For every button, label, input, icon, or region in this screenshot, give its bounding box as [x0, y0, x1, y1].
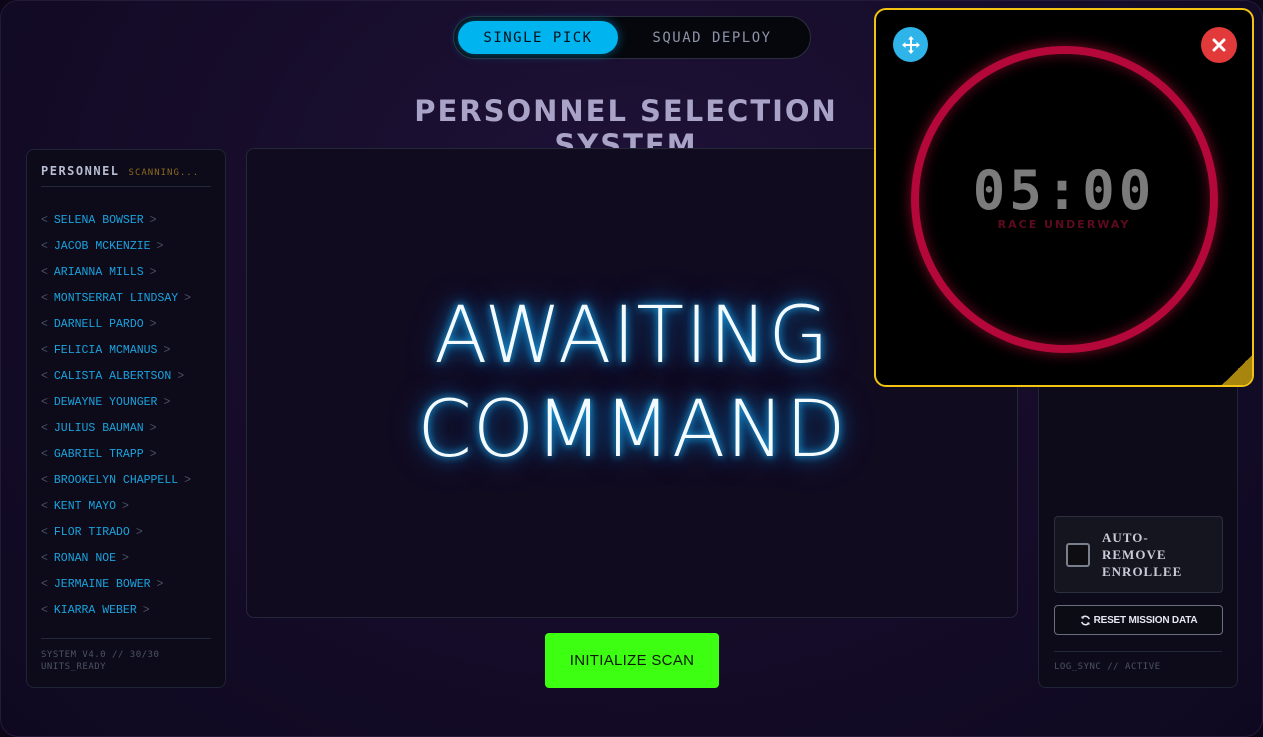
- awaiting-line-1: AWAITING: [434, 291, 830, 381]
- personnel-panel: PERSONNEL SCANNING... < SELENA BOWSER > < JA…: [26, 149, 226, 688]
- log-sync-footer: LOG_SYNC // ACTIVE: [1054, 651, 1222, 672]
- personnel-item[interactable]: < BROOKELYN CHAPPELL >: [41, 467, 211, 493]
- bracket-left: <: [41, 291, 48, 305]
- personnel-item[interactable]: < ARIANNA MILLS >: [41, 259, 211, 285]
- app-frame: SINGLE PICK SQUAD DEPLOY PERSONNEL SELEC…: [0, 0, 1263, 737]
- scanning-status: SCANNING...: [128, 168, 200, 178]
- close-timer-button[interactable]: [1201, 27, 1237, 63]
- bracket-right: >: [122, 499, 129, 513]
- auto-remove-label: AUTO-REMOVE ENROLLEE: [1102, 530, 1183, 579]
- bracket-right: >: [177, 369, 185, 383]
- personnel-item[interactable]: < KIARRA WEBER >: [41, 597, 211, 623]
- personnel-item[interactable]: < GABRIEL TRAPP >: [41, 441, 211, 467]
- personnel-name: CALISTA ALBERTSON: [53, 369, 172, 383]
- personnel-item[interactable]: < DARNELL PARDO >: [41, 311, 211, 337]
- resize-handle[interactable]: [1222, 355, 1252, 385]
- personnel-item[interactable]: < SELENA BOWSER >: [41, 207, 211, 233]
- bracket-right: >: [149, 213, 157, 227]
- reset-mission-button[interactable]: RESET MISSION DATA: [1054, 605, 1223, 635]
- timer-display: 05:00: [972, 159, 1156, 222]
- personnel-name: JACOB MCKENZIE: [53, 239, 151, 253]
- bracket-left: <: [41, 447, 48, 461]
- personnel-name: KIARRA WEBER: [53, 603, 137, 617]
- bracket-left: <: [41, 421, 48, 435]
- bracket-right: >: [149, 265, 157, 279]
- personnel-name: KENT MAYO: [53, 499, 117, 513]
- move-arrows-icon: [901, 35, 920, 54]
- bracket-right: >: [149, 421, 157, 435]
- personnel-name: JERMAINE BOWER: [53, 577, 151, 591]
- bracket-right: >: [163, 395, 171, 409]
- auto-remove-option[interactable]: AUTO-REMOVE ENROLLEE: [1054, 516, 1223, 593]
- close-x-icon: [1212, 38, 1226, 52]
- personnel-name: BROOKELYN CHAPPELL: [53, 473, 179, 487]
- personnel-name: RONAN NOE: [53, 551, 117, 565]
- mode-toggle: SINGLE PICK SQUAD DEPLOY: [453, 16, 811, 59]
- bracket-left: <: [41, 239, 48, 253]
- timer-widget[interactable]: 05:00 RACE UNDERWAY: [874, 8, 1254, 387]
- bracket-left: <: [41, 369, 48, 383]
- bracket-left: <: [41, 317, 48, 331]
- bracket-left: <: [41, 473, 48, 487]
- personnel-item[interactable]: < JULIUS BAUMAN >: [41, 415, 211, 441]
- initialize-scan-button[interactable]: INITIALIZE SCAN: [545, 633, 719, 688]
- bracket-left: <: [41, 395, 48, 409]
- bracket-right: >: [163, 343, 171, 357]
- personnel-item[interactable]: < KENT MAYO >: [41, 493, 211, 519]
- personnel-header: PERSONNEL SCANNING...: [41, 164, 211, 187]
- personnel-name: SELENA BOWSER: [53, 213, 144, 227]
- bracket-left: <: [41, 213, 48, 227]
- personnel-list: < SELENA BOWSER > < JACOB MCKENZIE > < ARIANNA …: [41, 207, 211, 623]
- move-handle[interactable]: [893, 27, 928, 62]
- bracket-left: <: [41, 551, 48, 565]
- bracket-left: <: [41, 343, 48, 357]
- bracket-left: <: [41, 265, 48, 279]
- personnel-title: PERSONNEL: [41, 164, 120, 178]
- personnel-name: DEWAYNE YOUNGER: [53, 395, 158, 409]
- personnel-item[interactable]: < JERMAINE BOWER >: [41, 571, 211, 597]
- bracket-right: >: [156, 239, 164, 253]
- bracket-right: >: [149, 447, 157, 461]
- bracket-left: <: [41, 525, 48, 539]
- squad-deploy-button[interactable]: SQUAD DEPLOY: [618, 21, 806, 54]
- awaiting-line-2: COMMAND: [417, 385, 847, 475]
- bracket-right: >: [135, 525, 143, 539]
- refresh-icon: [1080, 615, 1090, 625]
- single-pick-button[interactable]: SINGLE PICK: [458, 21, 618, 54]
- bracket-right: >: [156, 577, 164, 591]
- reset-mission-label: RESET MISSION DATA: [1093, 614, 1198, 626]
- bracket-left: <: [41, 577, 48, 591]
- personnel-name: ARIANNA MILLS: [53, 265, 144, 279]
- timer-status: RACE UNDERWAY: [997, 218, 1131, 231]
- personnel-item[interactable]: < FELICIA MCMANUS >: [41, 337, 211, 363]
- personnel-item[interactable]: < JACOB MCKENZIE >: [41, 233, 211, 259]
- personnel-item[interactable]: < RONAN NOE >: [41, 545, 211, 571]
- personnel-name: DARNELL PARDO: [53, 317, 144, 331]
- bracket-right: >: [184, 473, 192, 487]
- personnel-name: FELICIA MCMANUS: [53, 343, 158, 357]
- bracket-left: <: [41, 499, 48, 513]
- personnel-item[interactable]: < MONTSERRAT LINDSAY >: [41, 285, 211, 311]
- system-footer: SYSTEM V4.0 // 30/30 UNITS_READY: [41, 638, 211, 673]
- bracket-right: >: [142, 603, 150, 617]
- personnel-item[interactable]: < FLOR TIRADO >: [41, 519, 211, 545]
- bracket-right: >: [149, 317, 157, 331]
- bracket-right: >: [122, 551, 129, 565]
- bracket-left: <: [41, 603, 48, 617]
- personnel-name: GABRIEL TRAPP: [53, 447, 144, 461]
- auto-remove-checkbox[interactable]: [1066, 542, 1090, 567]
- personnel-item[interactable]: < CALISTA ALBERTSON >: [41, 363, 211, 389]
- personnel-name: FLOR TIRADO: [53, 525, 130, 539]
- personnel-item[interactable]: < DEWAYNE YOUNGER >: [41, 389, 211, 415]
- personnel-name: JULIUS BAUMAN: [53, 421, 144, 435]
- awaiting-command-text: AWAITING COMMAND: [417, 289, 846, 477]
- bracket-right: >: [184, 291, 192, 305]
- personnel-name: MONTSERRAT LINDSAY: [53, 291, 179, 305]
